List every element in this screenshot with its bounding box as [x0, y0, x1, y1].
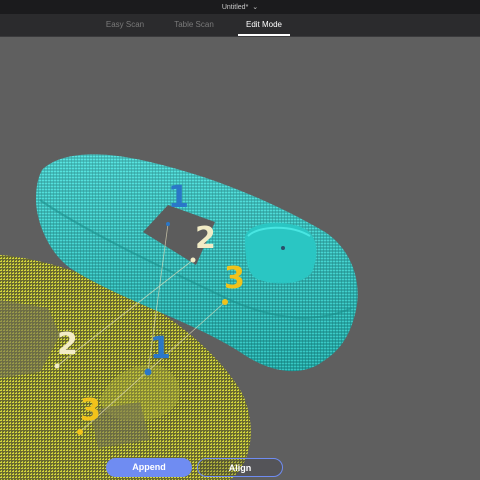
marker-label-yellow-3: 3	[80, 393, 101, 428]
marker-label-yellow-1: 1	[150, 331, 171, 366]
marker-dot	[77, 429, 83, 435]
tab-table-scan[interactable]: Table Scan	[164, 14, 224, 36]
title-menu[interactable]: Untitled* ⌄	[0, 0, 480, 14]
marker-dot	[190, 257, 196, 263]
marker-dot	[166, 222, 170, 226]
tab-edit-mode[interactable]: Edit Mode	[238, 14, 290, 36]
marker-label-cyan-2: 2	[195, 221, 216, 256]
marker-label-yellow-2: 2	[57, 327, 78, 362]
3d-viewport[interactable]	[0, 37, 480, 480]
marker-label-cyan-1: 1	[168, 180, 189, 215]
title-bar: Untitled* ⌄	[0, 0, 480, 14]
mode-tab-bar: Easy Scan Table Scan Edit Mode	[0, 14, 480, 37]
marker-dot	[144, 368, 152, 376]
window-title: Untitled*	[221, 3, 249, 11]
marker-dot	[222, 299, 228, 305]
align-button[interactable]: Align	[197, 458, 283, 477]
append-button[interactable]: Append	[106, 458, 192, 477]
marker-label-cyan-3: 3	[224, 261, 245, 296]
marker-dot	[54, 363, 60, 369]
scan-scene	[0, 154, 358, 480]
tab-easy-scan[interactable]: Easy Scan	[96, 14, 154, 36]
chevron-down-icon: ⌄	[252, 4, 259, 11]
